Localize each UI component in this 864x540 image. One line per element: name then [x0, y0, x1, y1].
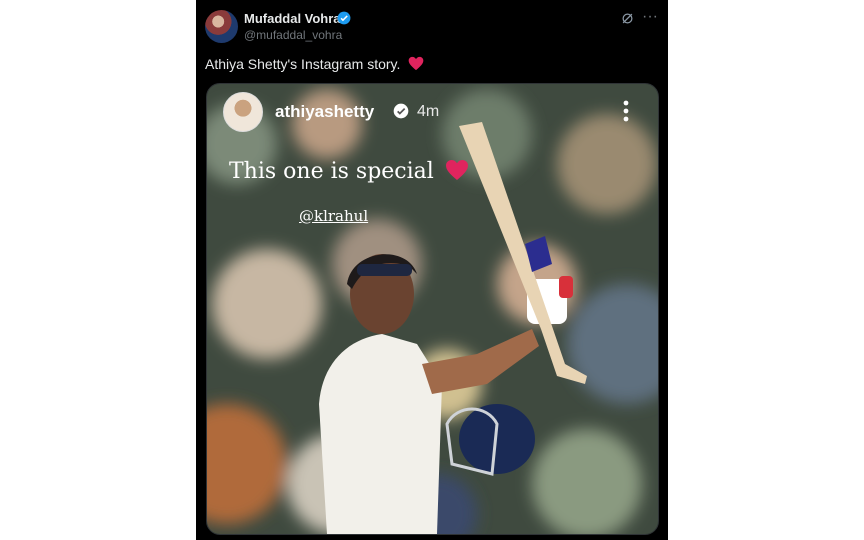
story-photo-background: [207, 84, 658, 534]
story-verified-badge-icon: [393, 103, 409, 119]
story-user-avatar[interactable]: [223, 92, 263, 132]
story-mention[interactable]: @klrahul: [299, 207, 368, 225]
tweet-card: Mufaddal Vohra @mufaddal_vohra ··· Athiy…: [196, 0, 668, 540]
red-heart-icon: [408, 56, 424, 71]
story-timestamp: 4m: [417, 103, 440, 120]
story-more-icon[interactable]: [623, 99, 629, 123]
grok-icon[interactable]: [620, 11, 635, 26]
verified-badge-icon: [337, 11, 351, 25]
tweet-text: Athiya Shetty's Instagram story.: [205, 56, 424, 72]
heart-emoji-icon: [445, 160, 468, 180]
author-name[interactable]: Mufaddal Vohra: [244, 11, 341, 26]
more-options-icon[interactable]: ···: [642, 8, 658, 26]
author-avatar[interactable]: [205, 10, 238, 43]
story-username[interactable]: athiyashetty: [275, 102, 374, 122]
author-handle[interactable]: @mufaddal_vohra: [244, 28, 342, 42]
story-caption: This one is special: [229, 159, 469, 184]
story-image[interactable]: athiyashetty 4m This one is special @klr…: [206, 83, 659, 535]
